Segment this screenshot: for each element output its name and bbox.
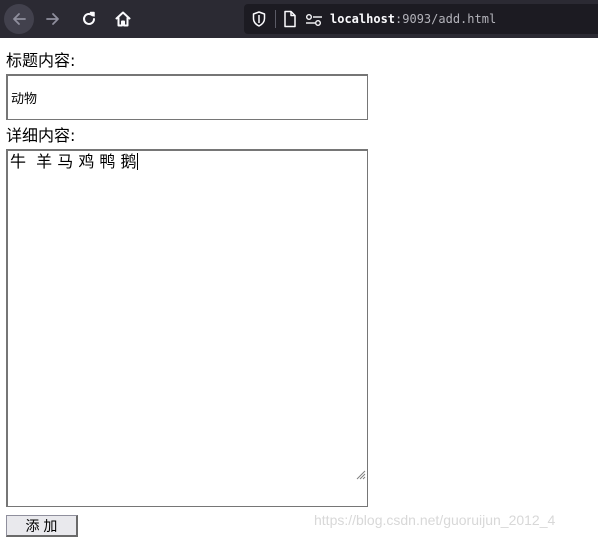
browser-toolbar: localhost:9093/add.html bbox=[0, 0, 598, 38]
url-path: :9093/add.html bbox=[395, 12, 497, 26]
home-icon bbox=[114, 10, 132, 28]
url-bar-divider bbox=[275, 10, 276, 28]
title-label: 标题内容: bbox=[6, 51, 76, 70]
forward-button[interactable] bbox=[38, 4, 68, 34]
permissions-icon[interactable] bbox=[305, 12, 323, 31]
address-bar[interactable]: localhost:9093/add.html bbox=[244, 4, 598, 34]
home-button[interactable] bbox=[108, 4, 138, 34]
page-content: 标题内容: 动物 详细内容: 牛 羊 马 鸡 鸭 鹅 添 加 https://b… bbox=[0, 38, 598, 539]
resize-grip-icon[interactable] bbox=[323, 445, 366, 505]
url-host: localhost bbox=[330, 12, 396, 26]
url-text[interactable]: localhost:9093/add.html bbox=[330, 11, 496, 27]
arrow-right-icon bbox=[44, 10, 62, 28]
tracking-shield-icon[interactable] bbox=[252, 11, 266, 31]
arrow-left-icon bbox=[10, 10, 28, 28]
watermark: https://blog.csdn.net/guoruijun_2012_4 bbox=[314, 512, 556, 528]
title-input[interactable]: 动物 bbox=[6, 74, 368, 120]
add-button[interactable]: 添 加 bbox=[6, 515, 78, 537]
reload-button[interactable] bbox=[74, 4, 104, 34]
text-caret bbox=[136, 153, 138, 170]
reload-icon bbox=[80, 10, 98, 28]
detail-label: 详细内容: bbox=[6, 126, 76, 145]
title-input-value: 动物 bbox=[11, 92, 38, 107]
back-button[interactable] bbox=[4, 4, 34, 34]
page-icon[interactable] bbox=[283, 10, 297, 32]
detail-textarea[interactable]: 牛 羊 马 鸡 鸭 鹅 bbox=[6, 149, 368, 507]
detail-textarea-value: 牛 羊 马 鸡 鸭 鹅 bbox=[10, 152, 137, 171]
